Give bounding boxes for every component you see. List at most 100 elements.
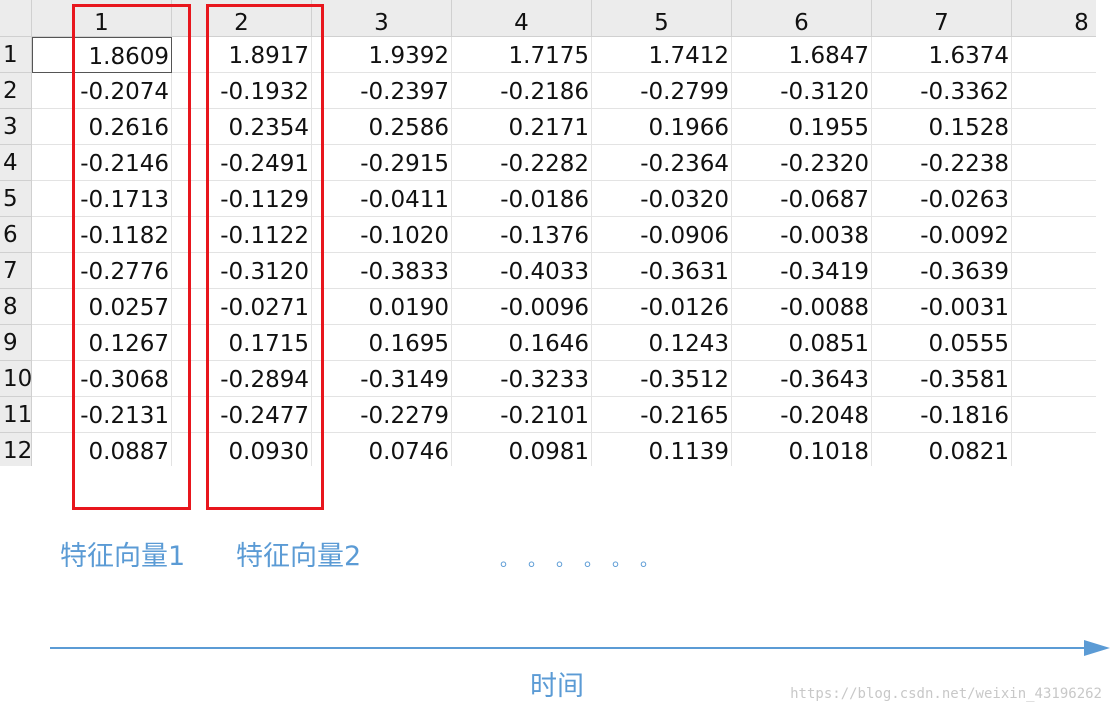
column-header-6[interactable]: 6 [732, 0, 872, 37]
table-cell[interactable]: -0.4033 [452, 253, 592, 289]
row-header-3[interactable]: 3 [0, 109, 32, 145]
row-header-11[interactable]: 11 [0, 397, 32, 433]
table-cell[interactable]: 0.0746 [312, 433, 452, 466]
table-cell[interactable]: -0.3 [1012, 361, 1096, 397]
table-cell[interactable]: -0.2101 [452, 397, 592, 433]
table-cell[interactable]: 0.1243 [592, 325, 732, 361]
table-cell[interactable]: 0.1018 [732, 433, 872, 466]
table-cell[interactable]: -0.0186 [452, 181, 592, 217]
column-header-8[interactable]: 8 [1012, 0, 1096, 37]
table-cell[interactable]: -0.0263 [872, 181, 1012, 217]
table-cell[interactable]: 0.0190 [312, 289, 452, 325]
table-corner[interactable] [0, 0, 32, 37]
table-cell[interactable]: 0.0851 [732, 325, 872, 361]
row-header-1[interactable]: 1 [0, 37, 32, 73]
highlight-column-2 [206, 4, 324, 510]
time-label: 时间 [530, 671, 584, 702]
table-cell[interactable]: -0.2320 [732, 145, 872, 181]
table-cell[interactable]: -0.3419 [732, 253, 872, 289]
eigenvector-1-label: 特征向量1 [60, 541, 186, 572]
table-cell[interactable]: -0.0687 [732, 181, 872, 217]
table-cell[interactable]: -0.2048 [732, 397, 872, 433]
table-cell[interactable]: -0.3149 [312, 361, 452, 397]
table-cell[interactable]: -0.2238 [872, 145, 1012, 181]
table-cell[interactable]: -0.1 [1012, 397, 1096, 433]
table-cell[interactable]: 1.6374 [872, 37, 1012, 73]
watermark-url: https://blog.csdn.net/weixin_43196262 [790, 686, 1102, 702]
table-cell[interactable]: 0.0981 [452, 433, 592, 466]
table-cell[interactable]: -0.0126 [592, 289, 732, 325]
table-cell[interactable]: -0.0038 [732, 217, 872, 253]
table-cell[interactable]: 0.0 [1012, 217, 1096, 253]
table-cell[interactable]: 0.0 [1012, 433, 1096, 466]
table-cell[interactable]: -0.3631 [592, 253, 732, 289]
table-cell[interactable]: 1.7175 [452, 37, 592, 73]
ellipsis-dots: 。。。。。。 [500, 550, 677, 571]
row-header-8[interactable]: 8 [0, 289, 32, 325]
row-header-4[interactable]: 4 [0, 145, 32, 181]
table-cell[interactable]: 0.0 [1012, 325, 1096, 361]
table-cell[interactable]: 0.0821 [872, 433, 1012, 466]
row-header-2[interactable]: 2 [0, 73, 32, 109]
table-cell[interactable]: -0.2165 [592, 397, 732, 433]
table-cell[interactable]: -0.3639 [872, 253, 1012, 289]
table-cell[interactable]: -0.3233 [452, 361, 592, 397]
table-cell[interactable]: -0.2279 [312, 397, 452, 433]
eigenvector-2-label: 特征向量2 [236, 541, 362, 572]
table-cell[interactable]: -0.0031 [872, 289, 1012, 325]
table-cell[interactable]: -0.3833 [312, 253, 452, 289]
row-header-9[interactable]: 9 [0, 325, 32, 361]
row-header-7[interactable]: 7 [0, 253, 32, 289]
table-cell[interactable]: 0.2586 [312, 109, 452, 145]
table-cell[interactable]: -0.1816 [872, 397, 1012, 433]
row-header-12[interactable]: 12 [0, 433, 32, 466]
column-header-5[interactable]: 5 [592, 0, 732, 37]
table-cell[interactable]: 0.0555 [872, 325, 1012, 361]
table-cell[interactable]: 0.2171 [452, 109, 592, 145]
table-cell[interactable]: 0.1 [1012, 109, 1096, 145]
row-header-10[interactable]: 10 [0, 361, 32, 397]
table-cell[interactable]: -0.0092 [872, 217, 1012, 253]
table-cell[interactable]: 0.1966 [592, 109, 732, 145]
column-header-3[interactable]: 3 [312, 0, 452, 37]
table-cell[interactable]: 0.1695 [312, 325, 452, 361]
row-header-6[interactable]: 6 [0, 217, 32, 253]
table-cell[interactable]: -0.2364 [592, 145, 732, 181]
column-header-4[interactable]: 4 [452, 0, 592, 37]
time-axis-arrow [50, 647, 1088, 649]
table-cell[interactable]: -0.0 [1012, 181, 1096, 217]
highlight-column-1 [72, 4, 191, 510]
table-cell[interactable]: -0.3643 [732, 361, 872, 397]
table-cell[interactable]: -0.3581 [872, 361, 1012, 397]
table-cell[interactable]: -0.0 [1012, 289, 1096, 325]
row-header-5[interactable]: 5 [0, 181, 32, 217]
table-cell[interactable]: -0.0906 [592, 217, 732, 253]
table-cell[interactable]: 1.6847 [732, 37, 872, 73]
table-cell[interactable]: 1.9392 [312, 37, 452, 73]
table-cell[interactable]: 1.7412 [592, 37, 732, 73]
table-cell[interactable]: -0.1020 [312, 217, 452, 253]
table-cell[interactable]: -0.3362 [872, 73, 1012, 109]
table-cell[interactable]: -0.2397 [312, 73, 452, 109]
table-cell[interactable]: -0.0320 [592, 181, 732, 217]
table-cell[interactable]: -0.1376 [452, 217, 592, 253]
column-header-7[interactable]: 7 [872, 0, 1012, 37]
table-cell[interactable]: 0.1955 [732, 109, 872, 145]
table-cell[interactable]: -0.3120 [732, 73, 872, 109]
table-cell[interactable]: 1.( [1012, 37, 1096, 73]
table-cell[interactable]: -0.0088 [732, 289, 872, 325]
table-cell[interactable]: 0.1528 [872, 109, 1012, 145]
arrow-head-icon [1084, 640, 1110, 656]
table-cell[interactable]: -0.0096 [452, 289, 592, 325]
table-cell[interactable]: 0.1646 [452, 325, 592, 361]
table-cell[interactable]: -0.3512 [592, 361, 732, 397]
table-cell[interactable]: -0.2915 [312, 145, 452, 181]
table-cell[interactable]: -0.3 [1012, 73, 1096, 109]
table-cell[interactable]: 0.1139 [592, 433, 732, 466]
table-cell[interactable]: -0.3 [1012, 253, 1096, 289]
table-cell[interactable]: -0.2186 [452, 73, 592, 109]
table-cell[interactable]: -0.2799 [592, 73, 732, 109]
table-cell[interactable]: -0.2282 [452, 145, 592, 181]
table-cell[interactable]: -0.1 [1012, 145, 1096, 181]
table-cell[interactable]: -0.0411 [312, 181, 452, 217]
